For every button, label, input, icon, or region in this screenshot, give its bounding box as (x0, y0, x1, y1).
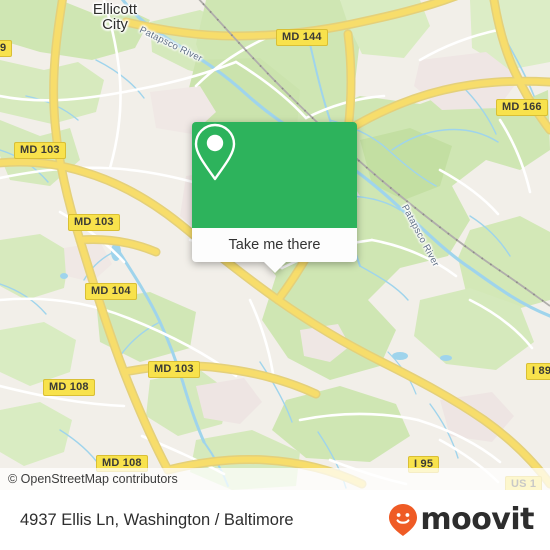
address-label: 4937 Ellis Ln, Washington / Baltimore (20, 510, 294, 529)
map-attribution[interactable]: © OpenStreetMap contributors (0, 468, 550, 490)
destination-card-header (192, 122, 357, 228)
route-shield-md-103-b[interactable]: MD 103 (68, 214, 120, 231)
route-shield-md-166[interactable]: MD 166 (496, 99, 548, 116)
moovit-map-screen: Ellicott City Patapsco River Patapsco Ri… (0, 0, 550, 550)
route-shield-left-edge[interactable]: 9 (0, 40, 13, 57)
card-pointer-tail (263, 262, 286, 273)
map-canvas[interactable]: Ellicott City Patapsco River Patapsco Ri… (0, 0, 550, 490)
destination-card-action[interactable]: Take me there (192, 228, 357, 273)
moovit-logo[interactable]: moovit (388, 503, 534, 537)
route-shield-i-895[interactable]: I 89 (526, 363, 550, 380)
map-pin-icon (194, 123, 236, 181)
attribution-text: © OpenStreetMap contributors (8, 472, 178, 486)
route-shield-md-108-a[interactable]: MD 108 (43, 379, 95, 396)
moovit-wordmark: moovit (420, 502, 534, 537)
destination-card[interactable]: Take me there (192, 122, 357, 273)
footer-bar: 4937 Ellis Ln, Washington / Baltimore mo… (0, 490, 550, 550)
take-me-there-label: Take me there (228, 237, 321, 253)
route-shield-md-104[interactable]: MD 104 (85, 283, 137, 300)
route-shield-md-144[interactable]: MD 144 (276, 29, 328, 46)
route-shield-md-103-c[interactable]: MD 103 (148, 361, 200, 378)
moovit-smiley-pin-icon (389, 504, 418, 536)
route-shield-md-103-a[interactable]: MD 103 (14, 142, 66, 159)
